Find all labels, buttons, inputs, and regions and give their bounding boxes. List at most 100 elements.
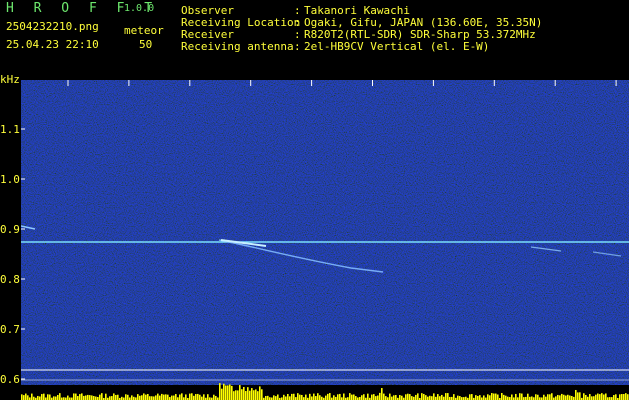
activity-bar xyxy=(491,393,493,400)
activity-bar xyxy=(337,394,339,400)
activity-bar xyxy=(291,393,293,400)
info-label-antenna: Receiving antenna xyxy=(181,40,294,53)
activity-bar xyxy=(361,395,363,400)
activity-bar xyxy=(501,393,503,400)
activity-bar xyxy=(227,385,229,400)
app-version: 1.0.0 xyxy=(124,3,155,14)
activity-bar xyxy=(203,394,205,400)
activity-bar xyxy=(79,394,81,400)
activity-bar xyxy=(459,396,461,400)
activity-bar xyxy=(293,393,295,400)
activity-bar xyxy=(77,396,79,400)
activity-bar xyxy=(283,394,285,400)
activity-bar xyxy=(401,395,403,400)
activity-bar xyxy=(615,394,617,400)
activity-bar xyxy=(497,394,499,400)
activity-bar xyxy=(31,393,33,400)
activity-bar xyxy=(391,396,393,400)
activity-bar xyxy=(317,393,319,400)
activity-bar xyxy=(287,393,289,400)
activity-bar xyxy=(329,393,331,400)
activity-bar xyxy=(411,396,413,400)
activity-bar xyxy=(315,396,317,400)
activity-bar xyxy=(563,394,565,400)
file-name: 2504232210.png xyxy=(6,20,99,33)
activity-bar xyxy=(231,385,233,400)
activity-bar xyxy=(193,395,195,400)
activity-bar xyxy=(101,393,103,400)
activity-bar xyxy=(43,393,45,400)
count-label: meteor xyxy=(124,24,164,37)
activity-bar xyxy=(199,394,201,400)
activity-bar xyxy=(131,395,133,400)
activity-bar xyxy=(237,390,239,400)
activity-bar xyxy=(239,385,241,400)
activity-bar xyxy=(627,394,629,400)
activity-bar xyxy=(379,392,381,400)
activity-bar xyxy=(167,394,169,400)
activity-bar xyxy=(613,395,615,400)
activity-bar xyxy=(415,394,417,400)
y-tick-label: 0.7 xyxy=(0,323,20,336)
activity-bar xyxy=(161,393,163,400)
activity-bar xyxy=(143,393,145,400)
activity-bar xyxy=(109,396,111,400)
activity-bar xyxy=(197,393,199,400)
activity-bar xyxy=(493,393,495,400)
activity-bar xyxy=(255,389,257,400)
activity-bar xyxy=(53,396,55,400)
activity-bar xyxy=(565,395,567,400)
activity-bar xyxy=(487,394,489,400)
activity-bar xyxy=(355,396,357,400)
activity-bar xyxy=(27,395,29,400)
activity-bar xyxy=(521,393,523,400)
activity-bar xyxy=(625,393,627,400)
activity-bar xyxy=(215,395,217,400)
activity-bar xyxy=(241,389,243,400)
activity-bar xyxy=(275,396,277,400)
activity-bar xyxy=(171,395,173,400)
activity-bar xyxy=(213,394,215,400)
activity-bar xyxy=(393,395,395,400)
activity-bar xyxy=(543,394,545,400)
activity-bar xyxy=(423,393,425,400)
activity-bar xyxy=(577,392,579,400)
activity-bar xyxy=(353,394,355,400)
activity-bar xyxy=(441,394,443,400)
activity-bar xyxy=(545,396,547,400)
activity-bar xyxy=(277,394,279,400)
activity-bar xyxy=(299,394,301,400)
activity-bar xyxy=(601,393,603,400)
activity-bar xyxy=(73,393,75,400)
activity-bar xyxy=(305,394,307,400)
activity-bar xyxy=(247,387,249,400)
activity-bar xyxy=(229,384,231,400)
activity-bar xyxy=(547,394,549,400)
activity-bar xyxy=(105,393,107,400)
activity-bar xyxy=(23,395,25,400)
activity-bar xyxy=(93,396,95,400)
activity-bar xyxy=(383,393,385,400)
activity-bar xyxy=(41,394,43,400)
y-tick-label: 1.0 xyxy=(0,173,20,186)
activity-bar xyxy=(251,388,253,400)
activity-bar xyxy=(479,395,481,400)
activity-bar xyxy=(429,395,431,400)
activity-bar xyxy=(575,389,577,400)
y-tick-label: 0.6 xyxy=(0,373,20,386)
activity-bar xyxy=(81,393,83,400)
activity-bar xyxy=(83,395,85,400)
activity-bar xyxy=(67,395,69,400)
activity-bar xyxy=(599,394,601,400)
activity-bar xyxy=(235,390,237,400)
activity-bar xyxy=(343,393,345,400)
activity-bar xyxy=(621,394,623,400)
activity-bar xyxy=(405,394,407,400)
activity-bar xyxy=(623,394,625,400)
activity-bar xyxy=(597,393,599,400)
activity-bar xyxy=(297,393,299,400)
activity-bar xyxy=(511,394,513,400)
activity-bar xyxy=(147,393,149,400)
activity-bar xyxy=(619,394,621,400)
activity-bar xyxy=(165,394,167,400)
